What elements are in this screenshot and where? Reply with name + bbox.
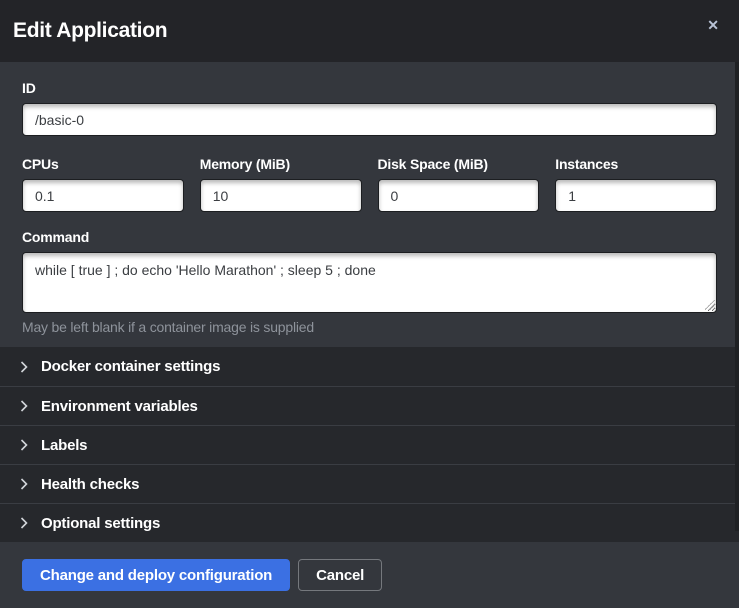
cancel-button[interactable]: Cancel (298, 559, 382, 591)
section-label: Environment variables (41, 398, 198, 415)
section-optional-settings[interactable]: Optional settings (0, 503, 739, 542)
section-label: Optional settings (41, 515, 160, 532)
chevron-right-icon (20, 439, 28, 451)
section-health-checks[interactable]: Health checks (0, 464, 739, 503)
command-help-text: May be left blank if a container image i… (22, 319, 717, 335)
memory-label: Memory (MiB) (200, 156, 362, 172)
chevron-right-icon (20, 361, 28, 373)
page-scrollbar[interactable] (735, 62, 739, 531)
modal-title: Edit Application (13, 19, 167, 43)
command-field-group: Command while [ true ] ; do echo 'Hello … (22, 229, 717, 335)
section-labels[interactable]: Labels (0, 425, 739, 464)
cpus-input[interactable] (22, 179, 184, 212)
disk-input[interactable] (378, 179, 540, 212)
cpus-label: CPUs (22, 156, 184, 172)
memory-field-group: Memory (MiB) (200, 156, 362, 212)
instances-field-group: Instances (555, 156, 717, 212)
close-icon[interactable]: ✕ (703, 14, 723, 36)
id-input[interactable] (22, 103, 717, 136)
modal-body: ID CPUs Memory (MiB) Disk Space (MiB) In… (0, 62, 739, 347)
modal-header: Edit Application ✕ (0, 0, 739, 62)
id-field-group: ID (22, 80, 717, 136)
modal-footer: Change and deploy configuration Cancel (0, 542, 739, 608)
section-docker-container-settings[interactable]: Docker container settings (0, 347, 739, 386)
disk-label: Disk Space (MiB) (378, 156, 540, 172)
accordion-sections: Docker container settings Environment va… (0, 347, 739, 542)
section-label: Docker container settings (41, 358, 220, 375)
section-label: Health checks (41, 476, 139, 493)
disk-field-group: Disk Space (MiB) (378, 156, 540, 212)
resources-row: CPUs Memory (MiB) Disk Space (MiB) Insta… (22, 156, 717, 212)
instances-label: Instances (555, 156, 717, 172)
edit-application-modal: Edit Application ✕ ID CPUs Memory (MiB) … (0, 0, 739, 599)
command-textarea-wrap: while [ true ] ; do echo 'Hello Marathon… (22, 252, 717, 313)
change-and-deploy-button[interactable]: Change and deploy configuration (22, 559, 290, 591)
id-label: ID (22, 80, 717, 96)
memory-input[interactable] (200, 179, 362, 212)
chevron-right-icon (20, 478, 28, 490)
chevron-right-icon (20, 517, 28, 529)
chevron-right-icon (20, 400, 28, 412)
section-label: Labels (41, 437, 87, 454)
command-textarea[interactable]: while [ true ] ; do echo 'Hello Marathon… (22, 252, 717, 313)
cpus-field-group: CPUs (22, 156, 184, 212)
instances-input[interactable] (555, 179, 717, 212)
section-environment-variables[interactable]: Environment variables (0, 386, 739, 425)
command-label: Command (22, 229, 717, 245)
